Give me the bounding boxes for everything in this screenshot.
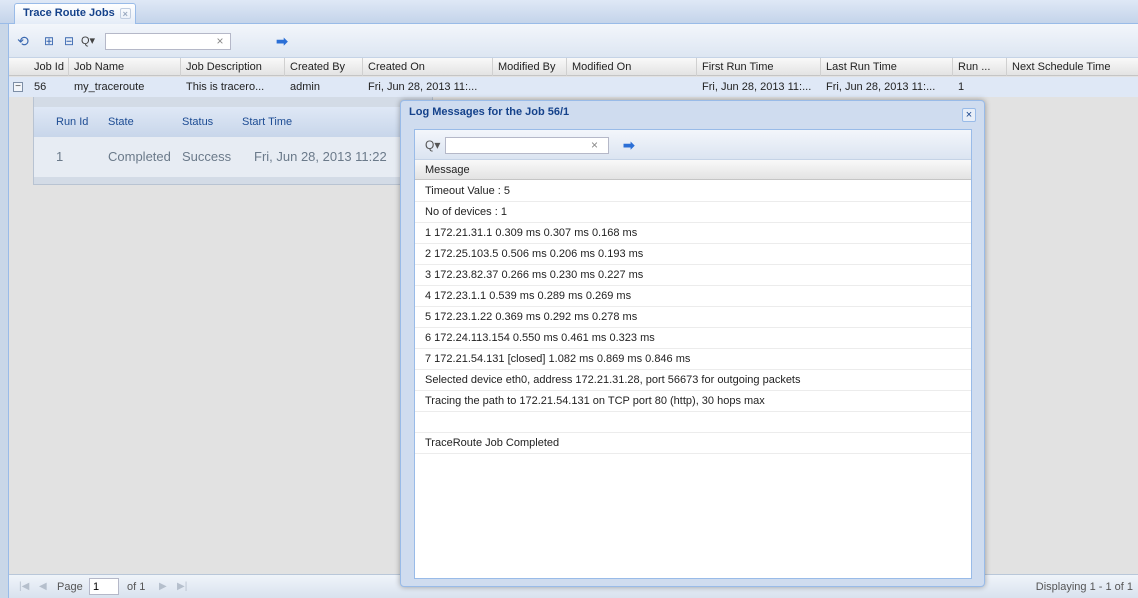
run-history-subgrid: Run Id State Status Start Time 1 Complet…	[33, 97, 434, 185]
list-item[interactable]: 1 172.21.31.1 0.309 ms 0.307 ms 0.168 ms	[415, 223, 971, 244]
col-run[interactable]: Run ...	[953, 58, 1007, 76]
cell-job-id: 56	[34, 81, 47, 93]
jobs-toolbar: ⟲ ⊞ ⊟ Q▾ × ➡	[9, 24, 1138, 58]
message-list: Timeout Value : 5 No of devices : 1 1 17…	[415, 181, 971, 454]
list-item[interactable]: 5 172.23.1.22 0.369 ms 0.292 ms 0.278 ms	[415, 307, 971, 328]
list-item[interactable]: Timeout Value : 5	[415, 181, 971, 202]
tab-trace-route-jobs[interactable]: Trace Route Jobs ×	[14, 3, 136, 24]
list-item[interactable]: No of devices : 1	[415, 202, 971, 223]
col-created-on[interactable]: Created On	[363, 58, 493, 76]
log-search-input[interactable]	[445, 137, 609, 154]
list-item[interactable]: 4 172.23.1.1 0.539 ms 0.289 ms 0.269 ms	[415, 286, 971, 307]
collapse-row-icon[interactable]: −	[13, 82, 23, 92]
tab-label: Trace Route Jobs	[23, 7, 115, 19]
search-icon[interactable]: Q▾	[81, 34, 95, 47]
cell-run-id: 1	[56, 149, 64, 164]
list-item[interactable]: TraceRoute Job Completed	[415, 433, 971, 454]
last-page-icon[interactable]: ▶|	[177, 579, 187, 595]
cell-first-run-time: Fri, Jun 28, 2013 11:...	[702, 81, 812, 93]
close-icon[interactable]: ×	[962, 108, 976, 122]
jobs-grid-header: Job Id Job Name Job Description Created …	[9, 58, 1138, 76]
page-count-label: of 1	[127, 581, 146, 593]
col-job-id[interactable]: Job Id	[29, 58, 69, 76]
col-job-name[interactable]: Job Name	[69, 58, 181, 76]
next-page-icon[interactable]: ▶	[159, 579, 167, 595]
tab-close-icon[interactable]: ×	[119, 8, 131, 19]
cell-job-description: This is tracero...	[186, 81, 265, 93]
subgrid-row[interactable]: 1 Completed Success Fri, Jun 28, 2013 11…	[34, 137, 434, 177]
col-first-run-time[interactable]: First Run Time	[697, 58, 821, 76]
log-messages-dialog[interactable]: Log Messages for the Job 56/1 × Q▾ × ➡ M…	[400, 100, 985, 587]
list-item[interactable]: Tracing the path to 172.21.54.131 on TCP…	[415, 391, 971, 412]
table-row[interactable]: − 56 my_traceroute This is tracero... ad…	[9, 77, 1138, 97]
cell-start-time: Fri, Jun 28, 2013 11:22	[254, 149, 387, 164]
refresh-icon[interactable]: ⟲	[15, 33, 31, 49]
go-arrow-icon[interactable]: ➡	[623, 137, 635, 153]
go-arrow-icon[interactable]: ➡	[273, 33, 291, 49]
collapse-all-icon[interactable]: ⊟	[61, 33, 77, 49]
col-start-time[interactable]: Start Time	[234, 107, 292, 137]
col-modified-by[interactable]: Modified By	[493, 58, 567, 76]
cell-modified-on	[567, 77, 697, 97]
first-page-icon[interactable]: |◀	[19, 579, 29, 595]
displaying-count: Displaying 1 - 1 of 1	[1035, 581, 1133, 593]
col-created-by[interactable]: Created By	[285, 58, 363, 76]
clear-search-icon[interactable]: ×	[213, 34, 227, 48]
tab-bar: Trace Route Jobs ×	[0, 0, 1138, 24]
cell-created-by: admin	[290, 81, 320, 93]
col-job-description[interactable]: Job Description	[181, 58, 285, 76]
dialog-toolbar: Q▾ × ➡	[415, 130, 971, 160]
col-last-run-time[interactable]: Last Run Time	[821, 58, 953, 76]
page-label: Page	[57, 581, 83, 593]
cell-state: Completed	[108, 149, 171, 164]
cell-modified-by	[493, 77, 567, 97]
dialog-body: Q▾ × ➡ Message Timeout Value : 5 No of d…	[414, 129, 972, 579]
prev-page-icon[interactable]: ◀	[39, 579, 47, 595]
cell-status: Success	[182, 149, 232, 164]
col-modified-on[interactable]: Modified On	[567, 58, 697, 76]
cell-run: 1	[958, 81, 965, 93]
col-state[interactable]: State	[100, 107, 134, 137]
search-icon[interactable]: Q▾	[425, 138, 440, 152]
list-item[interactable]	[415, 412, 971, 433]
list-item[interactable]: 7 172.21.54.131 [closed] 1.082 ms 0.869 …	[415, 349, 971, 370]
list-item[interactable]: 3 172.23.82.37 0.266 ms 0.230 ms 0.227 m…	[415, 265, 971, 286]
expand-all-icon[interactable]: ⊞	[41, 33, 57, 49]
cell-job-name: my_traceroute	[74, 81, 145, 93]
cell-created-on: Fri, Jun 28, 2013 11:...	[368, 81, 478, 93]
col-message[interactable]: Message	[415, 160, 971, 180]
list-item[interactable]: Selected device eth0, address 172.21.31.…	[415, 370, 971, 391]
dialog-title[interactable]: Log Messages for the Job 56/1	[409, 106, 569, 118]
col-next-schedule-time[interactable]: Next Schedule Time	[1007, 58, 1138, 76]
cell-last-run-time: Fri, Jun 28, 2013 11:...	[826, 81, 936, 93]
col-run-id[interactable]: Run Id	[48, 107, 88, 137]
list-item[interactable]: 6 172.24.113.154 0.550 ms 0.461 ms 0.323…	[415, 328, 971, 349]
subgrid-header: Run Id State Status Start Time	[34, 107, 434, 137]
page-number-input[interactable]	[89, 578, 119, 595]
list-item[interactable]: 2 172.25.103.5 0.506 ms 0.206 ms 0.193 m…	[415, 244, 971, 265]
col-status[interactable]: Status	[174, 107, 213, 137]
cell-next-schedule-time	[1007, 77, 1138, 97]
clear-search-icon[interactable]: ×	[591, 138, 598, 152]
